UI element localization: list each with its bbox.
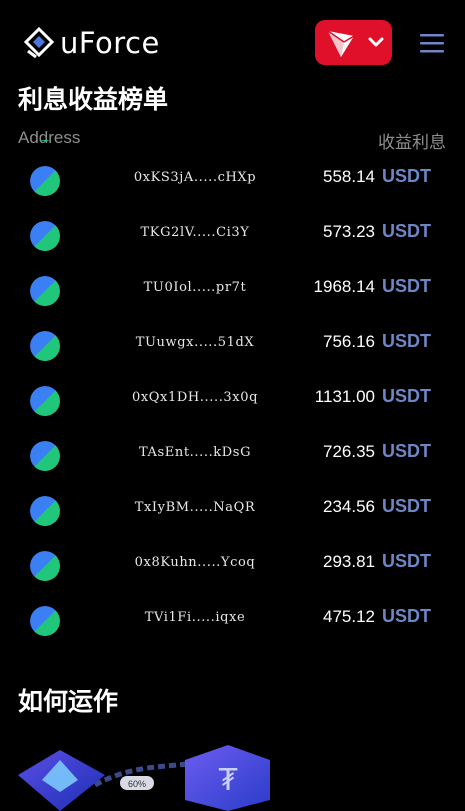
- how-it-works-illustration: 60% ₮: [18, 745, 270, 811]
- avatar-icon: [30, 221, 60, 251]
- leaderboard-row: TAsEnt.....kDsG 726.35 USDT: [0, 428, 465, 483]
- avatar-icon: [30, 276, 60, 306]
- wallet-address: 0xKS3jA.....cHXp: [133, 170, 257, 185]
- earnings-amount: 475.12: [323, 607, 375, 626]
- avatar-icon: [30, 441, 60, 471]
- wallet-address: TKG2lV.....Ci3Y: [140, 225, 250, 240]
- leaderboard-row: TVi1Fi.....iqxe 475.12 USDT: [0, 593, 465, 648]
- leaderboard-row: TKG2lV.....Ci3Y 573.23 USDT: [0, 208, 465, 263]
- avatar-icon: [30, 606, 60, 636]
- wallet-address: TVi1Fi.....iqxe: [144, 610, 246, 625]
- progress-label: 60%: [128, 779, 146, 789]
- leaderboard-row: 0xQx1DH.....3x0q 1131.00 USDT: [0, 373, 465, 428]
- leaderboard-title: 利息收益榜单: [18, 85, 169, 114]
- currency-unit: USDT: [382, 496, 431, 516]
- earnings-amount: 573.23: [323, 222, 375, 241]
- currency-unit: USDT: [382, 386, 431, 406]
- progress-pill: 60%: [120, 776, 154, 790]
- wallet-address: 0x8Kuhn.....Ycoq: [134, 555, 256, 570]
- chevron-down-icon: [368, 37, 384, 47]
- earnings-amount: 726.35: [323, 442, 375, 461]
- avatar-icon: [30, 140, 60, 141]
- leaderboard-list[interactable]: Tmxmc2.....ptUU1369.08USDT0xKS3jA.....cH…: [0, 140, 465, 648]
- ethereum-cube-icon: [18, 750, 105, 811]
- uforce-logo-icon: [24, 27, 54, 59]
- avatar-icon: [30, 386, 60, 416]
- earnings-amount: 293.81: [323, 552, 375, 571]
- header: uForce: [0, 0, 465, 85]
- leaderboard-row: Tmxmc2.....ptUU1369.08USDT: [0, 140, 465, 153]
- currency-unit: USDT: [382, 606, 431, 626]
- chain-selector-button[interactable]: [315, 20, 392, 65]
- leaderboard-row: 0x8Kuhn.....Ycoq 293.81 USDT: [0, 538, 465, 593]
- earnings-amount: 234.56: [323, 497, 375, 516]
- leaderboard-row: TxIyBM.....NaQR 234.56 USDT: [0, 483, 465, 538]
- currency-unit: USDT: [382, 221, 431, 241]
- svg-text:₮: ₮: [218, 763, 237, 798]
- wallet-address: TxIyBM.....NaQR: [134, 500, 256, 515]
- currency-unit: USDT: [382, 551, 431, 571]
- wallet-address: TU0Iol.....pr7t: [143, 280, 247, 295]
- wallet-address: 0xQx1DH.....3x0q: [131, 390, 259, 405]
- wallet-address: TAsEnt.....kDsG: [138, 445, 252, 460]
- earnings-amount: 1131.00: [314, 387, 375, 406]
- earnings-amount: 756.16: [323, 332, 375, 351]
- currency-unit: USDT: [382, 331, 431, 351]
- avatar-icon: [30, 496, 60, 526]
- app-name: uForce: [60, 26, 160, 60]
- earnings-amount: 1968.14: [313, 277, 375, 296]
- hamburger-menu-icon[interactable]: [420, 32, 444, 54]
- avatar-icon: [30, 551, 60, 581]
- currency-unit: USDT: [382, 166, 431, 186]
- tron-icon: [327, 30, 355, 57]
- usdt-cube-icon: ₮: [185, 745, 270, 811]
- logo[interactable]: uForce: [24, 26, 160, 60]
- leaderboard-row: TU0Iol.....pr7t 1968.14 USDT: [0, 263, 465, 318]
- leaderboard-rows: Tmxmc2.....ptUU1369.08USDT0xKS3jA.....cH…: [0, 140, 465, 648]
- leaderboard-row: TUuwgx.....51dX 756.16 USDT: [0, 318, 465, 373]
- wallet-address: TUuwgx.....51dX: [135, 335, 255, 350]
- currency-unit: USDT: [382, 441, 431, 461]
- earnings-amount: 558.14: [323, 167, 375, 186]
- how-it-works-title: 如何运作: [18, 687, 119, 716]
- avatar-icon: [30, 331, 60, 361]
- currency-unit: USDT: [382, 276, 431, 296]
- leaderboard-row: 0xKS3jA.....cHXp 558.14 USDT: [0, 153, 465, 208]
- avatar-icon: [30, 166, 60, 196]
